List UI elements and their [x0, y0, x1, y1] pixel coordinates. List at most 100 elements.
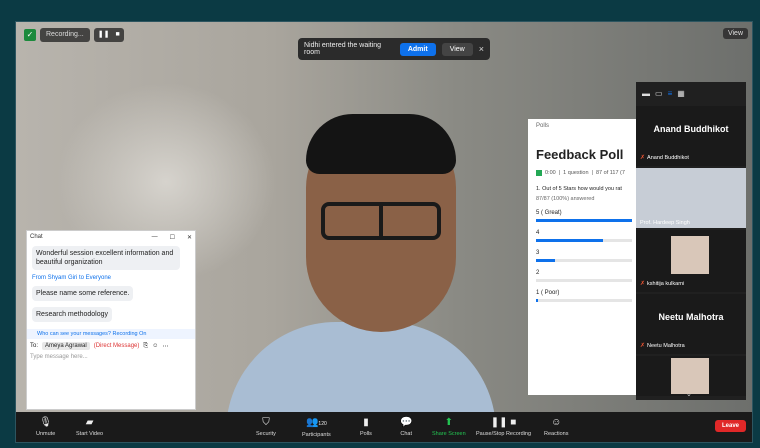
participant-caption: ✗ Neetu Malhotra [640, 342, 685, 350]
poll-answered: 87/87 (100%) answered [536, 196, 595, 202]
chat-sender: From Shyam Giri to Everyone [32, 275, 112, 281]
meeting-status: ✓ Recording... ❚❚ ■ [24, 28, 124, 42]
to-label: To: [30, 343, 39, 349]
start-video-button[interactable]: ▰ Start Video [76, 412, 103, 442]
notification-view-button[interactable]: View [441, 42, 473, 56]
poll-header: Polls [536, 123, 550, 129]
poll-option-label: 5 ( Great) [536, 210, 562, 216]
stop-icon[interactable]: ■ [115, 30, 119, 40]
gallery-panel: ▬ ▭ ≡ ▦ Anand Buddhikot ✗ Anand Buddhikot… [636, 82, 746, 400]
reactions-icon: ☺ [551, 417, 562, 428]
security-button[interactable]: ⛉ Security [256, 412, 276, 442]
polls-button[interactable]: ▮ Polls [360, 412, 372, 442]
chat-input[interactable]: Type message here... [27, 353, 195, 361]
poll-option-label: 3 [536, 250, 540, 256]
recording-label: Recording... [46, 31, 84, 38]
participant-video [636, 168, 746, 228]
poll-option-bar [536, 279, 632, 282]
participant-tile[interactable]: Neetu Malhotra ✗ Neetu Malhotra [636, 294, 746, 354]
participant-tile[interactable]: ✗ kshitija kulkarni [636, 230, 746, 292]
participant-name: Neetu Malhotra [658, 312, 724, 322]
security-shield-icon[interactable]: ✓ [24, 29, 36, 41]
poll-option-bar [536, 299, 632, 302]
participant-tile[interactable]: Prof. Hardeep Singh [636, 168, 746, 228]
gallery-toolbar: ▬ ▭ ≡ ▦ [636, 82, 746, 104]
reactions-label: Reactions [544, 431, 569, 437]
poll-option-fill [536, 219, 632, 222]
participant-tile[interactable]: Anand Buddhikot ✗ Anand Buddhikot [636, 106, 746, 166]
poll-options: 5 ( Great) 4 3 2 1 ( Poor) [536, 210, 632, 302]
caption-text: Prof. Hardeep Singh [640, 220, 690, 226]
muted-mic-icon: ✗ [640, 281, 646, 287]
chat-close-icon[interactable]: ✕ [187, 234, 192, 241]
chat-message: Please name some reference. [32, 286, 134, 301]
unmute-label: Unmute [36, 431, 56, 437]
video-off-icon: ▰ [85, 417, 94, 428]
minimize-icon[interactable]: — [152, 234, 158, 241]
poll-meta: 0:00 | 1 question | 87 of 117 (7 [536, 170, 632, 176]
pause-stop-recording-button[interactable]: ❚❚ ■ Pause/Stop Recording [476, 412, 531, 442]
strip-view-icon[interactable]: ▭ [655, 89, 663, 98]
participant-photo [671, 358, 709, 394]
participants-button[interactable]: 👥120 Participants [302, 412, 331, 442]
reactions-button[interactable]: ☺ Reactions [544, 412, 568, 442]
view-button[interactable]: View [722, 28, 748, 39]
recipient-select[interactable]: Ameya Agrawal [42, 342, 90, 350]
participant-caption: ✗ Anand Buddhikot [640, 154, 689, 162]
poll-questions: 1 question [563, 170, 589, 176]
emoji-icon[interactable]: ☺ [152, 343, 158, 349]
chevron-down-icon[interactable]: ⌄ [686, 390, 692, 398]
poll-votes: 87 of 117 (7 [595, 170, 625, 176]
caption-text: Anand Buddhikot [647, 154, 689, 161]
record-controls-icon: ❚❚ ■ [490, 417, 517, 428]
direct-message-label: (Direct Message) [93, 343, 140, 349]
start-video-label: Start Video [76, 431, 104, 437]
poll-panel: Polls Feedback Poll 0:00 | 1 question | … [528, 119, 640, 395]
close-icon[interactable]: × [479, 44, 484, 54]
speaker-view-icon[interactable]: ≡ [668, 89, 673, 98]
more-icon[interactable]: ⋯ [162, 343, 168, 350]
poll-option-label: 4 [536, 230, 540, 236]
share-screen-label: Share Screen [432, 431, 466, 437]
participants-icon: 👥120 [305, 416, 327, 428]
poll-option-label: 2 [536, 270, 540, 276]
recording-controls: ❚❚ ■ [93, 28, 124, 42]
mic-muted-icon: 🎙 [39, 417, 52, 428]
poll-option: 5 ( Great) [536, 210, 632, 222]
chat-label: Chat [400, 431, 413, 437]
chat-title: Chat [30, 234, 43, 240]
poll-status-icon [536, 170, 542, 176]
leave-button[interactable]: Leave [714, 420, 746, 432]
caption-text: kshitija kulkarni [647, 280, 685, 287]
poll-question: 1. Out of 5 Stars how would you rat [536, 186, 622, 192]
chat-panel: Chat — ☐ ✕ Wonderful session excellent inf… [26, 230, 196, 410]
notification-text: Nidhi entered the waiting room [304, 42, 382, 56]
share-screen-button[interactable]: ⬆ Share Screen [432, 412, 466, 442]
grid-view-icon[interactable]: ▦ [677, 89, 685, 98]
poll-title: Feedback Poll [536, 147, 624, 162]
polls-icon: ▮ [363, 417, 369, 428]
speaker-hair [306, 114, 456, 174]
minimize-icon[interactable]: ▬ [642, 89, 650, 98]
caption-text: Neetu Malhotra [647, 342, 685, 349]
pause-icon[interactable]: ❚❚ [98, 30, 110, 40]
chat-message: Wonderful session excellent information … [32, 246, 180, 270]
security-label: Security [256, 431, 276, 437]
poll-option-bar [536, 219, 632, 222]
poll-option-bar [536, 239, 632, 242]
chat-button[interactable]: 💬 Chat [400, 412, 412, 442]
admit-button[interactable]: Admit [399, 42, 436, 56]
unmute-button[interactable]: 🎙 Unmute [36, 412, 55, 442]
file-icon[interactable]: ⎘ [143, 343, 148, 350]
who-can-see-link[interactable]: Who can see your messages? Recording On [27, 329, 195, 339]
share-screen-icon: ⬆ [444, 417, 454, 428]
participants-count: 120 [318, 420, 327, 427]
maximize-icon[interactable]: ☐ [170, 234, 175, 241]
poll-option-fill [536, 299, 538, 302]
chat-recipient-row: To: Ameya Agrawal (Direct Message) ⎘ ☺ ⋯ [27, 339, 195, 353]
participant-caption: Prof. Hardeep Singh [640, 220, 690, 226]
participant-caption: ✗ kshitija kulkarni [640, 280, 685, 288]
meeting-toolbar: 🎙 Unmute ▰ Start Video ⛉ Security 👥120 Parti… [16, 412, 752, 442]
participant-name: Anand Buddhikot [653, 124, 729, 134]
view-label: View [727, 30, 743, 37]
